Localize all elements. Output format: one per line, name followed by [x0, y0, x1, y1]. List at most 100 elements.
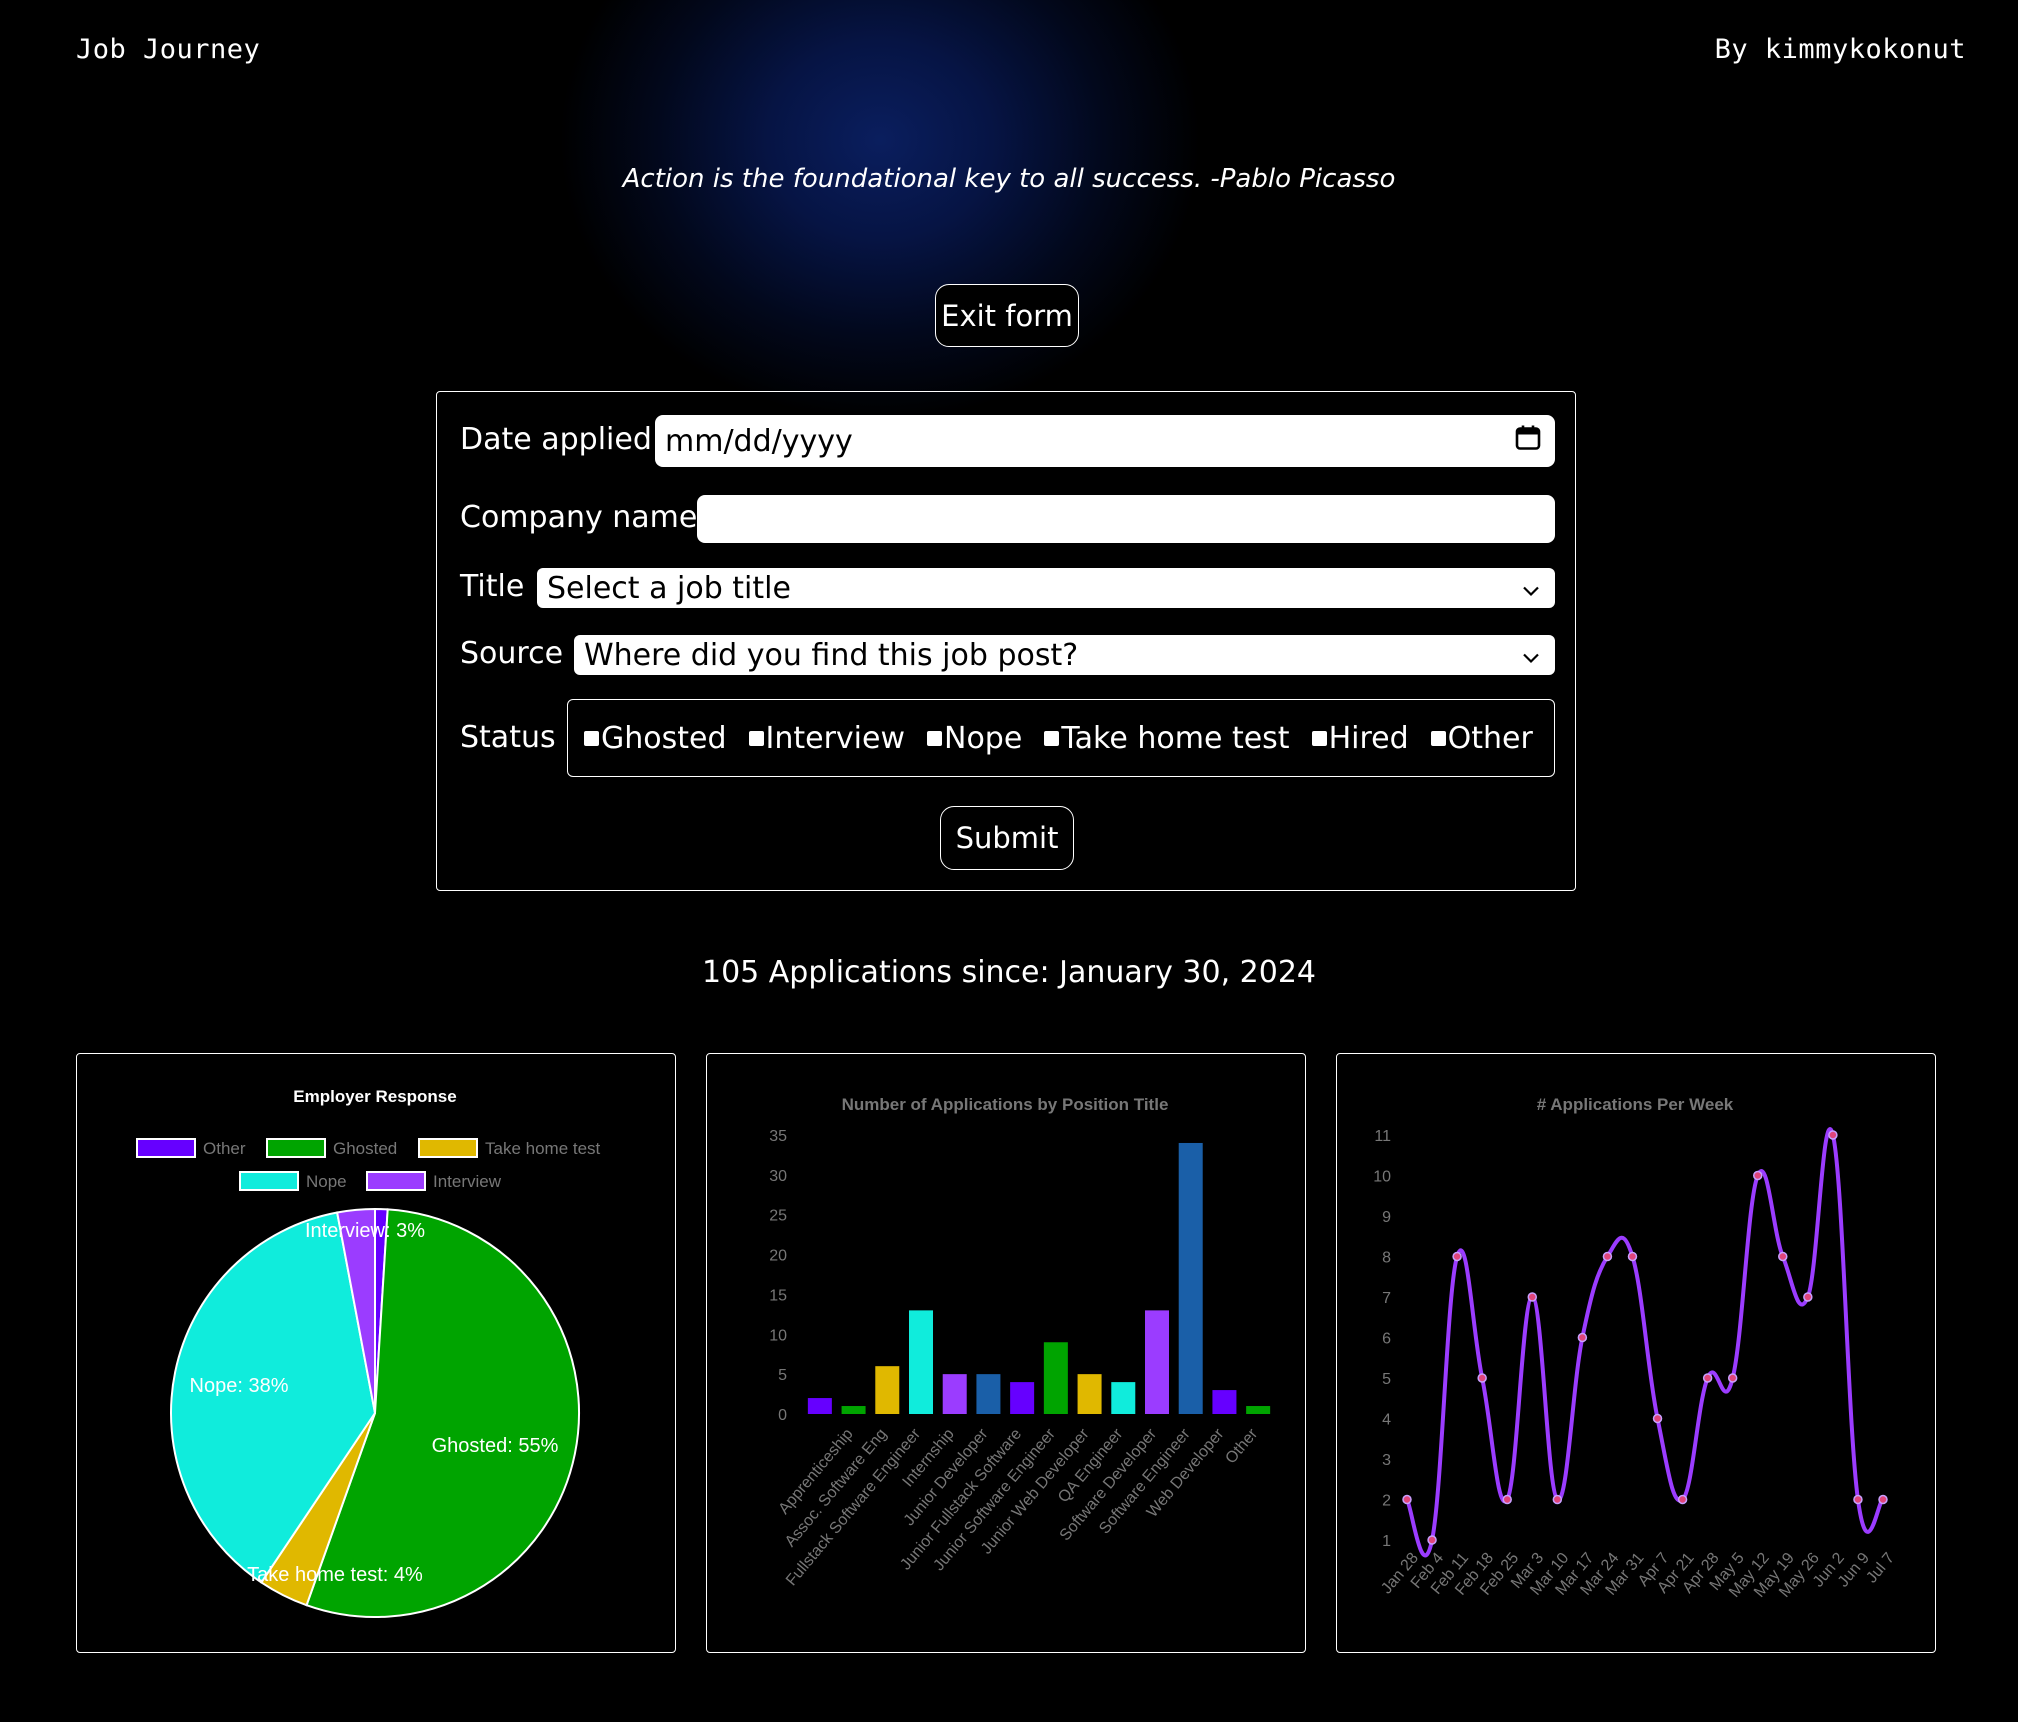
applications-by-title-bar-chart: Number of Applications by Position Title… — [769, 1095, 1271, 1589]
bar — [875, 1366, 900, 1414]
date-applied-input[interactable]: mm/dd/yyyy — [655, 415, 1555, 467]
status-option-ghosted[interactable]: Ghosted — [584, 721, 727, 756]
title-label: Title — [460, 569, 525, 604]
checkbox[interactable] — [748, 730, 764, 746]
status-option-hired[interactable]: Hired — [1311, 720, 1409, 756]
status-option-label: Other — [1447, 720, 1533, 756]
legend-label: Interview — [433, 1172, 502, 1191]
y-tick-label: 1 — [1382, 1533, 1391, 1550]
line-chart-title: # Applications Per Week — [1537, 1095, 1734, 1114]
bar — [1111, 1382, 1136, 1414]
checkbox[interactable] — [1044, 730, 1060, 746]
y-tick-label: 25 — [769, 1208, 787, 1225]
y-tick-label: 8 — [1382, 1250, 1391, 1267]
status-option-label: Nope — [944, 720, 1023, 756]
y-tick-label: 7 — [1382, 1290, 1391, 1307]
data-point — [1627, 1251, 1638, 1262]
y-tick-label: 5 — [1382, 1371, 1391, 1388]
data-point — [1477, 1373, 1487, 1383]
applications-by-title-card: Number of Applications by Position Title… — [706, 1053, 1306, 1653]
bar — [841, 1406, 866, 1414]
y-tick-label: 35 — [769, 1128, 787, 1145]
data-point — [1602, 1251, 1613, 1262]
checkbox[interactable] — [584, 730, 599, 746]
applications-per-week-line-chart: # Applications Per Week1234567891011Jan … — [1373, 1095, 1898, 1601]
pie-data-label: Nope: 38% — [190, 1375, 289, 1397]
x-tick-label: Other — [1222, 1425, 1261, 1467]
employer-response-pie-chart: Employer Response Other Ghosted Take home t… — [136, 1087, 601, 1618]
bar — [1145, 1310, 1169, 1414]
job-title-selected: Select a job title — [547, 570, 791, 606]
status-option-take-home-test[interactable]: Take home test — [1044, 720, 1290, 756]
data-point — [1652, 1413, 1663, 1424]
legend-swatch — [366, 1171, 426, 1191]
checkbox[interactable] — [927, 730, 943, 746]
data-point — [1677, 1494, 1688, 1505]
bar — [1246, 1406, 1271, 1414]
chevron-down-icon — [1521, 571, 1541, 606]
checkbox[interactable] — [1311, 730, 1327, 746]
data-point — [1427, 1535, 1437, 1545]
bar — [1212, 1390, 1237, 1414]
pie-data-label: Ghosted: 55% — [432, 1435, 559, 1457]
status-option-nope[interactable]: Nope — [927, 721, 1022, 756]
y-tick-label: 30 — [769, 1168, 787, 1185]
bar — [1178, 1142, 1203, 1414]
legend-swatch — [136, 1138, 196, 1158]
chevron-down-icon — [1521, 638, 1541, 673]
data-point — [1702, 1373, 1713, 1383]
brand-title: Job Journey — [76, 34, 261, 65]
y-tick-label: 10 — [1373, 1169, 1391, 1186]
bar — [1043, 1342, 1068, 1414]
author-credit: By kimmykokonut — [1714, 34, 1966, 65]
bar — [909, 1310, 933, 1414]
job-source-select[interactable]: Where did you find this job post? — [574, 635, 1555, 675]
status-option-label: Take home test — [1061, 720, 1290, 756]
bar — [1010, 1382, 1035, 1414]
y-tick-label: 2 — [1382, 1493, 1391, 1510]
status-option-label: Interview — [765, 720, 906, 756]
legend-label: Take home test — [485, 1139, 601, 1158]
job-application-form: Date applied mm/dd/yyyy Company name Tit… — [436, 391, 1576, 891]
pie-data-label: Take home test: 4% — [247, 1564, 423, 1586]
y-tick-label: 11 — [1374, 1128, 1391, 1145]
job-source-selected: Where did you find this job post? — [584, 637, 1079, 673]
data-point — [1727, 1373, 1738, 1383]
y-tick-label: 6 — [1382, 1331, 1391, 1348]
y-tick-label: 10 — [769, 1327, 787, 1344]
y-tick-label: 5 — [778, 1367, 787, 1384]
bar — [1077, 1374, 1102, 1414]
series-line — [1405, 1127, 1885, 1558]
y-tick-label: 4 — [1382, 1412, 1391, 1429]
job-title-select[interactable]: Select a job title — [537, 568, 1555, 608]
status-option-label: Ghosted — [601, 720, 727, 756]
status-option-other[interactable]: Other — [1430, 720, 1533, 756]
submit-button[interactable]: Submit — [940, 806, 1074, 870]
calendar-icon[interactable] — [1515, 424, 1541, 459]
checkbox[interactable] — [1430, 730, 1446, 746]
date-applied-label: Date applied — [460, 422, 652, 457]
legend-label: Nope — [306, 1172, 347, 1191]
applications-per-week-card: # Applications Per Week 1 2 3 4 5 6 7 8 9 10 11 Jan … — [1336, 1053, 1936, 1653]
status-option-interview[interactable]: Interview — [748, 720, 906, 756]
y-tick-label: 20 — [769, 1248, 787, 1265]
data-point — [1878, 1494, 1888, 1505]
legend-swatch — [418, 1138, 478, 1158]
bar — [976, 1374, 1001, 1414]
date-placeholder: mm/dd/yyyy — [665, 423, 853, 459]
bar — [807, 1398, 832, 1414]
data-point — [1853, 1494, 1863, 1505]
data-point — [1502, 1494, 1512, 1505]
exit-form-button[interactable]: Exit form — [935, 284, 1079, 347]
source-label: Source — [460, 636, 564, 671]
status-option-label: Hired — [1328, 720, 1409, 756]
data-point — [1527, 1292, 1538, 1302]
company-name-input[interactable] — [697, 495, 1555, 543]
data-point — [1803, 1292, 1813, 1302]
y-tick-label: 9 — [1382, 1209, 1391, 1226]
applications-summary: 105 Applications since: January 30, 2024 — [701, 955, 1317, 990]
data-point — [1577, 1332, 1588, 1343]
data-point — [1778, 1251, 1788, 1262]
y-tick-label: 15 — [769, 1287, 787, 1304]
legend-label: Ghosted — [333, 1139, 397, 1158]
